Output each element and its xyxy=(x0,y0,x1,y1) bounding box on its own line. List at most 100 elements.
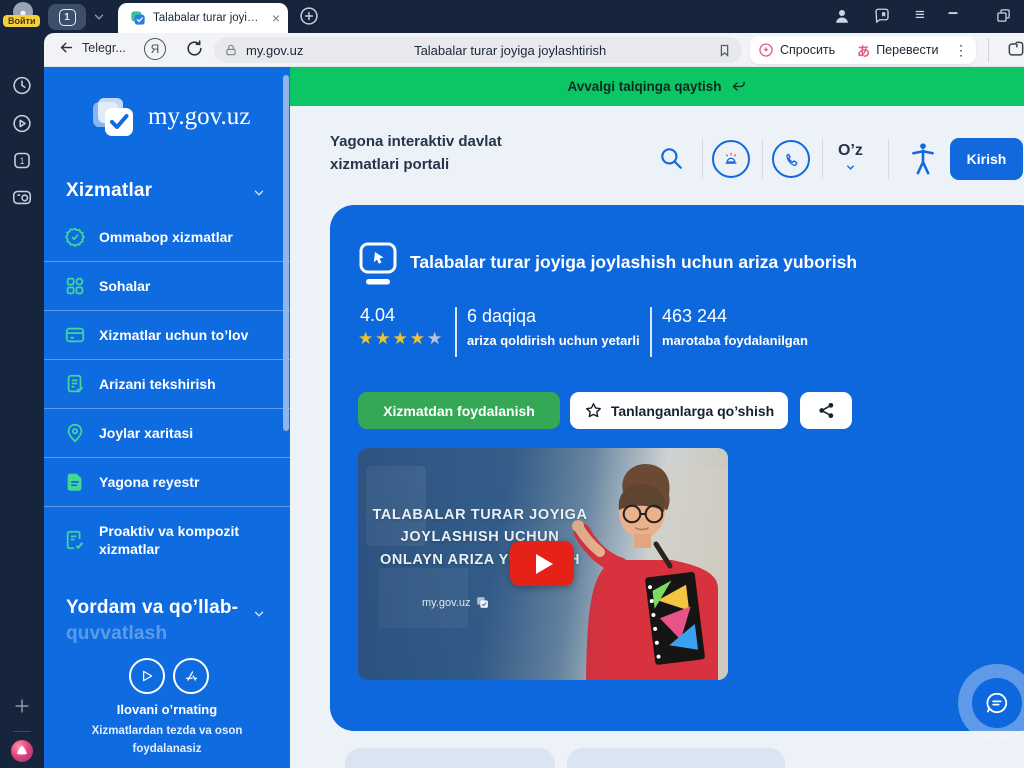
login-badge[interactable]: Войти xyxy=(3,15,40,27)
ask-button[interactable]: Спросить xyxy=(780,43,835,57)
yandex-services-icon[interactable]: Я xyxy=(144,38,166,60)
add-favorites-button[interactable]: Tanlanganlarga qo’shish xyxy=(570,392,788,429)
online-service-icon xyxy=(358,241,400,287)
browser-side-rail: 1 ••• xyxy=(0,33,44,768)
chat-fab-button[interactable] xyxy=(972,678,1022,728)
tabs-panel-icon[interactable]: 1 xyxy=(12,150,33,176)
tab-title: Talabalar turar joyiga jo xyxy=(153,12,265,24)
sidebar-scrollbar[interactable] xyxy=(283,75,289,431)
sidebar-item-yagona-reyestr[interactable]: Yagona reyestr xyxy=(44,458,290,507)
services-chevron-icon[interactable] xyxy=(252,186,266,205)
share-button[interactable] xyxy=(800,392,852,429)
alice-assistant-icon[interactable] xyxy=(10,739,34,768)
google-play-icon[interactable] xyxy=(129,658,165,694)
star-outline-icon xyxy=(584,401,603,420)
sidebar-item-label: Xizmatlar uchun to’lov xyxy=(99,326,248,344)
emergency-icon[interactable] xyxy=(712,140,750,178)
grid-icon xyxy=(64,275,86,297)
services-heading[interactable]: Xizmatlar xyxy=(66,180,152,202)
ask-ai-icon xyxy=(758,42,774,58)
back-label: Telegr... xyxy=(82,41,126,55)
use-service-button[interactable]: Xizmatdan foydalanish xyxy=(358,392,560,429)
browser-profile-icon[interactable] xyxy=(833,7,851,30)
site-logo[interactable]: my.gov.uz xyxy=(90,93,250,141)
video-watermark: my.gov.uz xyxy=(422,596,489,609)
support-heading[interactable]: Yordam va qo’llab- xyxy=(66,597,238,619)
language-chevron-icon xyxy=(845,162,856,173)
toolbar-kebab-icon[interactable]: ⋮ xyxy=(954,42,968,59)
support-chevron-icon[interactable] xyxy=(252,607,266,626)
return-arrow-icon xyxy=(730,78,747,95)
sidebar-item-label: Ommabop xizmatlar xyxy=(99,228,233,246)
service-card: Talabalar turar joyiga joylashish uchun … xyxy=(330,205,1024,731)
sidebar-item-ommabop-xizmatlar[interactable]: Ommabop xizmatlar xyxy=(44,213,290,262)
document-icon xyxy=(64,471,86,493)
accessibility-icon[interactable] xyxy=(907,141,939,182)
new-tab-button[interactable] xyxy=(299,6,319,31)
map-pin-icon xyxy=(64,422,86,444)
app-store-links xyxy=(129,658,209,694)
app-store-icon[interactable] xyxy=(173,658,209,694)
side-panel-icon[interactable] xyxy=(1006,39,1024,64)
section-tab[interactable] xyxy=(567,748,785,768)
share-icon xyxy=(817,401,836,420)
language-label: O’z xyxy=(838,142,863,159)
star-icon: ★ xyxy=(358,329,375,348)
refresh-icon[interactable] xyxy=(185,39,204,63)
support-heading-line2: quvvatlash xyxy=(66,623,167,645)
toolbar-actions: Спросить あ Перевести ⋮ xyxy=(750,36,976,64)
screenshot-icon[interactable] xyxy=(11,186,33,213)
rating-value: 4.04 xyxy=(360,305,395,326)
history-icon[interactable] xyxy=(12,75,33,101)
media-play-icon[interactable] xyxy=(12,113,33,139)
toolbar-divider xyxy=(988,38,989,62)
page-content: Avvalgi talqinga qaytish Yagona interakt… xyxy=(290,67,1024,768)
sidebar-item-arizani-tekshirish[interactable]: Arizani tekshirish xyxy=(44,360,290,409)
previous-version-banner[interactable]: Avvalgi talqinga qaytish xyxy=(290,67,1024,106)
browser-window: Войти 1 Talabalar turar joyiga jo × ≡ – xyxy=(0,0,1024,768)
translate-button[interactable]: Перевести xyxy=(876,43,938,57)
stat-divider xyxy=(650,307,652,357)
star-rating[interactable]: ★★★★★ xyxy=(358,329,444,349)
watermark-logo-icon xyxy=(476,596,489,609)
translate-icon: あ xyxy=(857,41,870,60)
sidebar-item-sohalar[interactable]: Sohalar xyxy=(44,262,290,311)
back-button[interactable]: Telegr... xyxy=(58,39,126,56)
address-bar[interactable]: my.gov.uz Talabalar turar joyiga joylash… xyxy=(214,37,742,63)
add-panel-icon[interactable] xyxy=(12,696,32,721)
tab-count: 1 xyxy=(59,9,76,26)
menu-hamburger-icon[interactable]: ≡ xyxy=(915,5,925,25)
notifications-bubble-icon[interactable] xyxy=(873,7,891,30)
search-icon[interactable] xyxy=(658,145,684,176)
minimize-icon[interactable]: – xyxy=(948,2,958,23)
service-video-thumbnail[interactable]: TALABALAR TURAR JOYIGA JOYLASHISH UCHUN … xyxy=(358,448,728,680)
portal-title: Yagona interaktiv davlat xizmatlari port… xyxy=(330,131,540,176)
restore-window-icon[interactable] xyxy=(996,8,1011,28)
star-icon: ★ xyxy=(427,329,444,348)
sidebar-item-xizmatlar-tolov[interactable]: Xizmatlar uchun to’lov xyxy=(44,311,290,360)
tab-count-button[interactable]: 1 xyxy=(48,4,86,30)
site-logo-text: my.gov.uz xyxy=(148,103,250,131)
star-icon: ★ xyxy=(393,329,410,348)
sidebar-item-proaktiv-xizmatlar[interactable]: Proaktiv va kompozit xizmatlar xyxy=(44,507,290,573)
tab-close-icon[interactable]: × xyxy=(272,11,280,25)
active-tab[interactable]: Talabalar turar joyiga jo × xyxy=(118,3,288,33)
star-icon: ★ xyxy=(410,329,427,348)
svg-text:1: 1 xyxy=(20,156,25,166)
sidebar-item-label: Arizani tekshirish xyxy=(99,375,216,393)
section-tab[interactable] xyxy=(345,748,555,768)
add-favorites-label: Tanlanganlarga qo’shish xyxy=(611,403,774,419)
tab-list-chevron[interactable] xyxy=(92,10,106,29)
language-selector[interactable]: O’z xyxy=(838,142,863,178)
sidebar-item-joylar-xaritasi[interactable]: Joylar xaritasi xyxy=(44,409,290,458)
login-button[interactable]: Kirish xyxy=(950,138,1023,180)
rail-divider xyxy=(13,731,31,732)
phone-icon[interactable] xyxy=(772,140,810,178)
browser-tab-bar: Войти 1 Talabalar turar joyiga jo × ≡ – xyxy=(0,0,1024,33)
video-play-button[interactable] xyxy=(510,541,574,586)
chat-bubble-icon xyxy=(984,690,1010,716)
document-check-icon xyxy=(64,373,86,395)
header-divider xyxy=(762,139,763,179)
browser-toolbar: Telegr... Я my.gov.uz Talabalar turar jo… xyxy=(44,33,1024,67)
bookmark-icon[interactable] xyxy=(717,43,732,58)
